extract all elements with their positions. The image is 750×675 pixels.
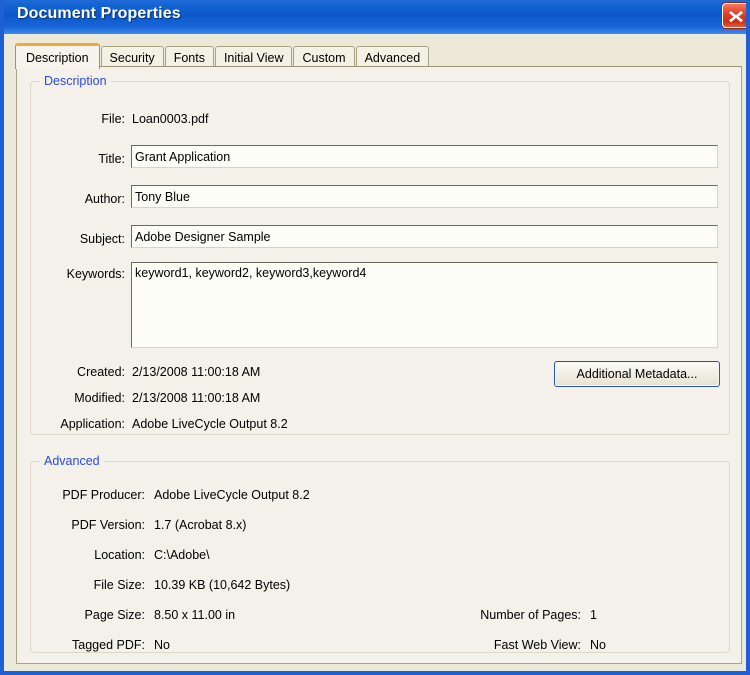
tagged-pdf-label: Tagged PDF: [37, 638, 145, 652]
tagged-pdf-value: No [154, 638, 170, 652]
author-input[interactable] [131, 185, 718, 208]
description-group-legend: Description [40, 74, 111, 88]
close-icon [726, 7, 746, 25]
keywords-textarea[interactable]: keyword1, keyword2, keyword3,keyword4 [131, 262, 718, 348]
created-label: Created: [37, 365, 125, 379]
title-label: Title: [37, 152, 125, 166]
location-value: C:\Adobe\ [154, 548, 210, 562]
application-label: Application: [37, 417, 125, 431]
dialog-body: Description Security Fonts Initial View … [8, 34, 750, 671]
file-value: Loan0003.pdf [132, 112, 208, 126]
page-size-label: Page Size: [37, 608, 145, 622]
number-of-pages-value: 1 [590, 608, 597, 622]
tab-description[interactable]: Description [15, 43, 100, 69]
window-title: Document Properties [17, 5, 181, 23]
author-label: Author: [37, 192, 125, 206]
pdf-producer-value: Adobe LiveCycle Output 8.2 [154, 488, 310, 502]
pdf-version-label: PDF Version: [37, 518, 145, 532]
tab-security-label: Security [110, 51, 155, 65]
tab-description-label: Description [26, 51, 89, 65]
subject-label: Subject: [37, 232, 125, 246]
keywords-label: Keywords: [37, 267, 125, 281]
tab-strip: Description Security Fonts Initial View … [16, 43, 430, 67]
created-value: 2/13/2008 11:00:18 AM [132, 365, 260, 379]
modified-value: 2/13/2008 11:00:18 AM [132, 391, 260, 405]
file-label: File: [37, 112, 125, 126]
fast-web-view-label: Fast Web View: [357, 638, 581, 652]
title-bar: Document Properties [4, 0, 750, 34]
tab-panel-description: Description File: Loan0003.pdf Title: Au… [16, 66, 742, 664]
close-button[interactable] [722, 3, 750, 28]
tab-advanced-label: Advanced [365, 51, 421, 65]
file-size-value: 10.39 KB (10,642 Bytes) [154, 578, 290, 592]
location-label: Location: [37, 548, 145, 562]
advanced-group-legend: Advanced [40, 454, 104, 468]
tab-custom-label: Custom [302, 51, 345, 65]
tab-fonts-label: Fonts [174, 51, 205, 65]
fast-web-view-value: No [590, 638, 606, 652]
title-input[interactable] [131, 145, 718, 168]
tab-initial-view-label: Initial View [224, 51, 284, 65]
modified-label: Modified: [37, 391, 125, 405]
application-value: Adobe LiveCycle Output 8.2 [132, 417, 288, 431]
page-size-value: 8.50 x 11.00 in [154, 608, 235, 622]
subject-input[interactable] [131, 225, 718, 248]
additional-metadata-button[interactable]: Additional Metadata... [554, 361, 720, 387]
pdf-version-value: 1.7 (Acrobat 8.x) [154, 518, 246, 532]
number-of-pages-label: Number of Pages: [357, 608, 581, 622]
document-properties-dialog: Document Properties Description Security… [0, 0, 750, 675]
pdf-producer-label: PDF Producer: [37, 488, 145, 502]
file-size-label: File Size: [37, 578, 145, 592]
